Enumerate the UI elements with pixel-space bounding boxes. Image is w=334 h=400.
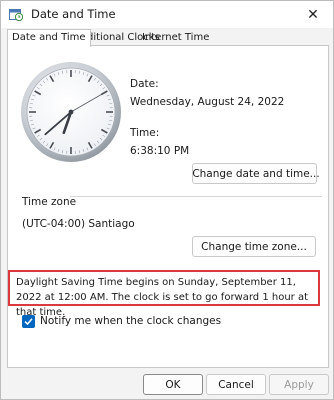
time-zone-separator [70,196,322,197]
checkmark-icon [24,318,33,326]
time-zone-value: (UTC-04:00) Santiago [22,218,135,230]
change-date-time-label: Change date and time... [192,167,320,180]
tab-internet-time[interactable]: Internet Time [138,30,213,46]
date-value: Wednesday, August 24, 2022 [130,96,285,108]
tab-date-and-time[interactable]: Date and Time [7,29,91,47]
close-icon: ✕ [307,6,319,23]
analog-clock [21,62,121,162]
cancel-button[interactable]: Cancel [206,374,266,395]
ok-button[interactable]: OK [143,374,203,395]
date-time-dialog: Date and Time ✕ Date and Time Additional… [0,0,334,400]
time-label: Time: [130,127,160,139]
dst-highlight-box: Daylight Saving Time begins on Sunday, S… [8,270,320,318]
apply-button[interactable]: Apply [269,374,329,395]
title-bar: Date and Time ✕ [1,1,333,28]
calendar-clock-icon [9,9,23,21]
date-and-time-panel: Date: Wednesday, August 24, 2022 Time: 6… [7,45,329,368]
change-time-zone-button[interactable]: Change time zone... [192,236,316,257]
notify-checkbox[interactable] [22,315,35,328]
notify-label[interactable]: Notify me when the clock changes [40,315,221,327]
close-button[interactable]: ✕ [293,1,333,28]
time-value: 6:38:10 PM [130,145,190,157]
date-label: Date: [130,78,159,90]
window-title: Date and Time [31,7,116,21]
dst-message: Daylight Saving Time begins on Sunday, S… [16,277,309,318]
change-date-time-button[interactable]: Change date and time... [192,163,320,184]
dialog-footer: OK Cancel Apply [1,368,333,399]
time-zone-heading: Time zone [22,196,77,208]
